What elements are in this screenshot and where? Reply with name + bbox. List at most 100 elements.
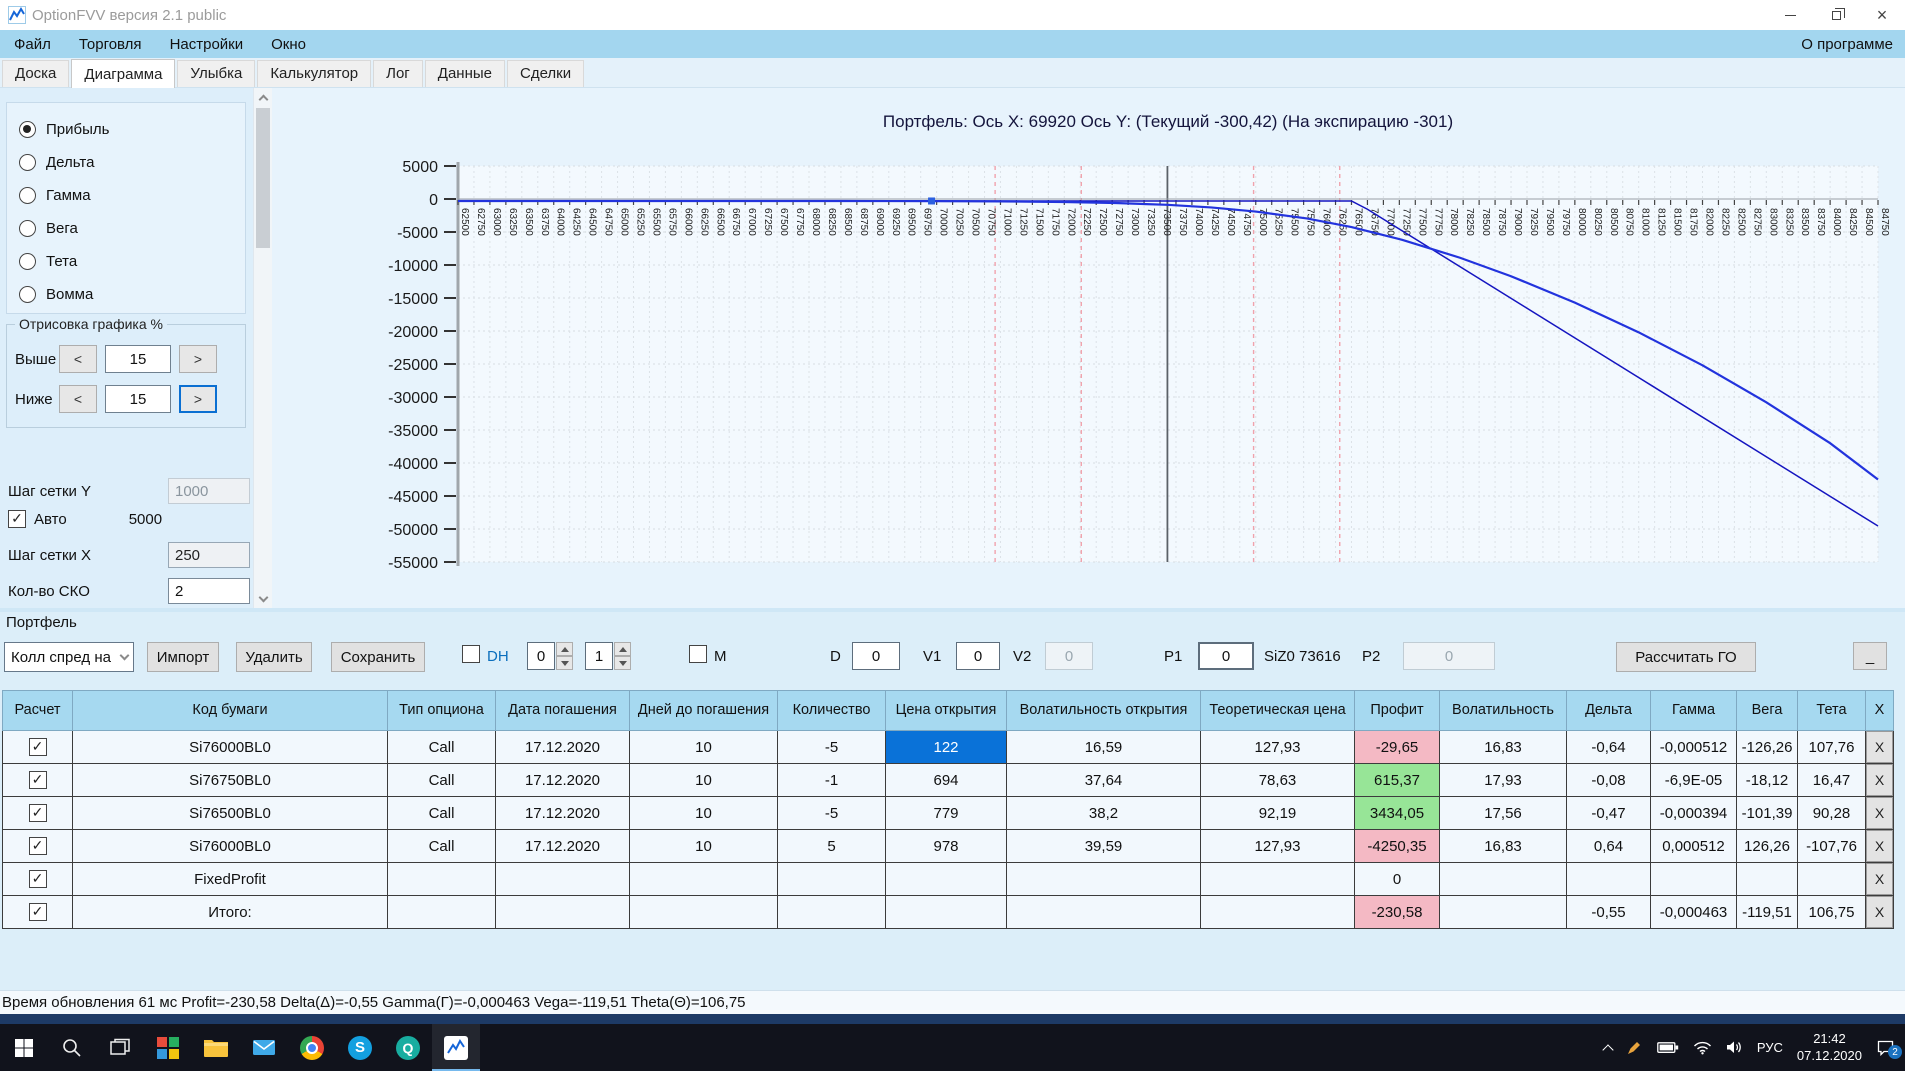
above-increase-button[interactable]: > bbox=[179, 345, 217, 373]
column-header[interactable]: Теоретическая цена bbox=[1200, 690, 1355, 731]
table-cell[interactable]: 17,56 bbox=[1439, 796, 1567, 830]
table-cell[interactable] bbox=[1439, 895, 1567, 929]
table-cell[interactable]: 37,64 bbox=[1006, 763, 1201, 797]
table-cell[interactable] bbox=[1200, 862, 1355, 896]
tiles-app-button[interactable] bbox=[144, 1024, 192, 1071]
table-cell[interactable]: -0,47 bbox=[1566, 796, 1651, 830]
column-header[interactable]: Тета bbox=[1797, 690, 1866, 731]
tray-expand-button[interactable] bbox=[1602, 1042, 1614, 1056]
row-checkbox[interactable]: ✓ bbox=[28, 738, 47, 756]
table-cell[interactable] bbox=[777, 895, 886, 929]
tab-Улыбка[interactable]: Улыбка bbox=[177, 60, 256, 87]
spinner-value[interactable]: 0 bbox=[527, 642, 555, 670]
quik-button[interactable]: Q bbox=[384, 1024, 432, 1071]
table-cell[interactable] bbox=[629, 862, 778, 896]
skype-button[interactable]: S bbox=[336, 1024, 384, 1071]
table-cell[interactable] bbox=[1566, 862, 1651, 896]
column-header[interactable]: Волатильность bbox=[1439, 690, 1567, 731]
network-button[interactable] bbox=[1693, 1040, 1712, 1055]
spin-up-button[interactable] bbox=[556, 642, 573, 656]
table-cell[interactable]: 92,19 bbox=[1200, 796, 1355, 830]
notification-center-button[interactable]: 2 bbox=[1876, 1039, 1902, 1059]
column-header[interactable]: Профит bbox=[1354, 690, 1440, 731]
table-cell[interactable] bbox=[1200, 895, 1355, 929]
row-checkbox[interactable]: ✓ bbox=[28, 870, 47, 888]
table-cell[interactable] bbox=[387, 895, 496, 929]
table-cell[interactable]: Si76000BL0 bbox=[72, 730, 388, 764]
table-cell[interactable]: -101,39 bbox=[1736, 796, 1798, 830]
mode-radio-row[interactable]: Прибыль bbox=[19, 113, 245, 146]
table-cell[interactable]: 10 bbox=[629, 829, 778, 863]
language-indicator[interactable]: РУС bbox=[1757, 1040, 1783, 1055]
table-cell[interactable]: 78,63 bbox=[1200, 763, 1355, 797]
table-cell[interactable]: -18,12 bbox=[1736, 763, 1798, 797]
table-cell[interactable] bbox=[629, 895, 778, 929]
table-cell[interactable]: -230,58 bbox=[1354, 895, 1440, 929]
table-cell[interactable]: Si76500BL0 bbox=[72, 796, 388, 830]
table-cell[interactable]: -126,26 bbox=[1736, 730, 1798, 764]
table-cell[interactable]: 0,64 bbox=[1566, 829, 1651, 863]
tab-Диаграмма[interactable]: Диаграмма bbox=[71, 59, 176, 88]
table-cell[interactable]: 127,93 bbox=[1200, 730, 1355, 764]
table-cell[interactable]: -0,55 bbox=[1566, 895, 1651, 929]
import-button[interactable]: Импорт bbox=[147, 642, 219, 672]
table-cell[interactable]: -0,08 bbox=[1566, 763, 1651, 797]
volume-button[interactable] bbox=[1726, 1040, 1743, 1055]
row-delete-button[interactable]: X bbox=[1866, 830, 1893, 862]
search-button[interactable] bbox=[48, 1024, 96, 1071]
table-cell[interactable] bbox=[1736, 862, 1798, 896]
tab-Лог[interactable]: Лог bbox=[373, 60, 423, 87]
table-cell[interactable]: 17.12.2020 bbox=[495, 730, 630, 764]
grid-step-y-field[interactable]: 1000 bbox=[168, 478, 250, 504]
column-header[interactable]: Дата погашения bbox=[495, 690, 630, 731]
table-cell[interactable]: 779 bbox=[885, 796, 1007, 830]
restore-button[interactable] bbox=[1813, 0, 1859, 30]
table-cell[interactable] bbox=[885, 895, 1007, 929]
v2-field[interactable]: 0 bbox=[1045, 642, 1093, 670]
table-cell[interactable]: 978 bbox=[885, 829, 1007, 863]
row-checkbox[interactable]: ✓ bbox=[28, 903, 47, 921]
scroll-down-button[interactable] bbox=[254, 590, 272, 608]
pen-button[interactable] bbox=[1626, 1039, 1643, 1056]
d-field[interactable]: 0 bbox=[852, 642, 900, 670]
panel-scrollbar[interactable] bbox=[253, 88, 272, 608]
table-cell[interactable] bbox=[1797, 862, 1866, 896]
table-cell[interactable]: 10 bbox=[629, 763, 778, 797]
table-cell[interactable]: Call bbox=[387, 829, 496, 863]
column-header[interactable]: Вега bbox=[1736, 690, 1798, 731]
table-cell[interactable]: 10 bbox=[629, 730, 778, 764]
optionfvv-taskbar-button[interactable] bbox=[432, 1024, 480, 1071]
mail-button[interactable] bbox=[240, 1024, 288, 1071]
row-checkbox[interactable]: ✓ bbox=[28, 837, 47, 855]
table-cell[interactable]: 0,000512 bbox=[1650, 829, 1737, 863]
strategy-dropdown[interactable]: Колл спред на bbox=[4, 642, 134, 672]
m-checkbox[interactable] bbox=[689, 645, 707, 663]
table-cell[interactable]: -4250,35 bbox=[1354, 829, 1440, 863]
menu-item[interactable]: Торговля bbox=[65, 32, 156, 57]
auto-checkbox[interactable]: ✓ bbox=[8, 510, 26, 528]
clock[interactable]: 21:42 07.12.2020 bbox=[1797, 1031, 1862, 1065]
calc-go-button[interactable]: Рассчитать ГО bbox=[1616, 642, 1756, 672]
table-cell[interactable] bbox=[387, 862, 496, 896]
mode-radio-row[interactable]: Гамма bbox=[19, 179, 245, 212]
table-cell[interactable] bbox=[885, 862, 1007, 896]
row-delete-button[interactable]: X bbox=[1866, 764, 1893, 796]
table-cell[interactable]: -29,65 bbox=[1354, 730, 1440, 764]
table-cell[interactable]: 106,75 bbox=[1797, 895, 1866, 929]
table-cell[interactable]: 16,59 bbox=[1006, 730, 1201, 764]
spinner-value[interactable]: 1 bbox=[585, 642, 613, 670]
table-cell[interactable]: 17.12.2020 bbox=[495, 829, 630, 863]
menu-item[interactable]: Окно bbox=[257, 32, 320, 57]
table-cell[interactable]: Si76000BL0 bbox=[72, 829, 388, 863]
close-button[interactable]: × bbox=[1859, 0, 1905, 30]
table-cell[interactable]: -0,000512 bbox=[1650, 730, 1737, 764]
table-cell[interactable]: Call bbox=[387, 796, 496, 830]
spin-up-button[interactable] bbox=[614, 642, 631, 656]
table-cell[interactable]: 17.12.2020 bbox=[495, 763, 630, 797]
table-cell[interactable]: 694 bbox=[885, 763, 1007, 797]
start-button[interactable] bbox=[0, 1024, 48, 1071]
table-cell[interactable]: -6,9E-05 bbox=[1650, 763, 1737, 797]
table-cell[interactable]: Call bbox=[387, 763, 496, 797]
file-explorer-button[interactable] bbox=[192, 1024, 240, 1071]
p1-field[interactable]: 0 bbox=[1198, 642, 1254, 670]
